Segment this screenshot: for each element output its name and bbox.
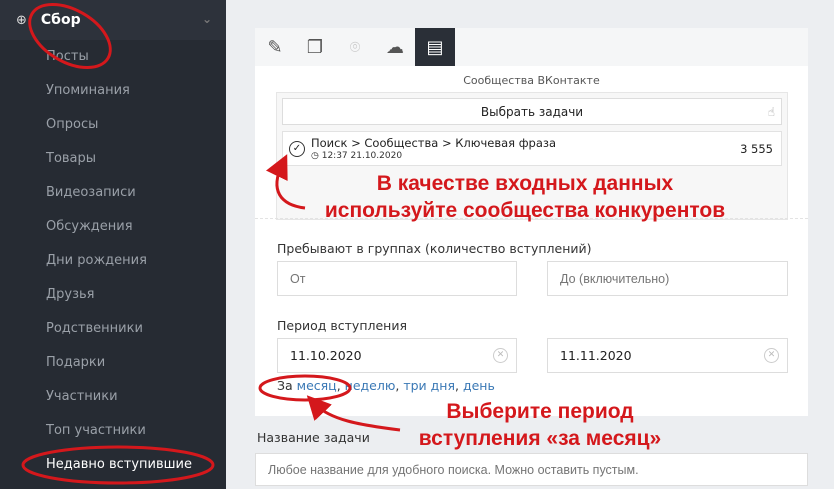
date-to-value: 11.11.2020 <box>560 348 632 363</box>
cloud-upload-icon[interactable]: ☁ <box>375 28 415 66</box>
quick-prefix: За <box>277 378 293 393</box>
check-circle-icon: ✓ <box>289 141 305 157</box>
sidebar-item[interactable]: Опросы <box>0 108 226 142</box>
period-day-link[interactable]: день <box>463 378 495 393</box>
date-to-input[interactable]: 11.11.2020 ✕ <box>547 338 788 373</box>
sidebar: ⊕ Сбор ⌄ Посты Упоминания Опросы Товары Виде… <box>0 0 226 489</box>
location-pin-icon[interactable]: ⌾ <box>335 28 375 66</box>
clear-icon[interactable]: ✕ <box>493 348 508 363</box>
task-time: ◷ 12:37 21.10.2020 <box>311 151 402 161</box>
date-from-value: 11.10.2020 <box>290 348 362 363</box>
annotation-line: вступления «за месяц» <box>418 427 662 450</box>
choose-tasks-label: Выбрать задачи <box>480 105 584 119</box>
period-label: Период вступления <box>277 318 407 333</box>
task-time-value: 12:37 21.10.2020 <box>321 151 403 161</box>
sidebar-item[interactable]: Посты <box>0 40 226 74</box>
sidebar-item[interactable]: Друзья <box>0 278 226 312</box>
sidebar-item[interactable]: Топ участники <box>0 414 226 448</box>
chevron-down-icon: ⌄ <box>201 12 212 26</box>
task-name-label: Название задачи <box>257 430 370 445</box>
period-week-link[interactable]: неделю <box>345 378 396 393</box>
task-name-input[interactable] <box>255 453 808 486</box>
sidebar-item[interactable]: Обсуждения <box>0 210 226 244</box>
hand-pointer-icon: ☝ <box>767 105 775 119</box>
quick-period-links: За месяц, неделю, три дня, день <box>277 378 495 393</box>
date-from-input[interactable]: 11.10.2020 ✕ <box>277 338 517 373</box>
toolbar: ✎ ❐ ⌾ ☁ ▤ <box>255 28 808 66</box>
groups-from-input[interactable] <box>277 261 517 296</box>
choose-tasks-button[interactable]: Выбрать задачи ☝ <box>282 98 782 125</box>
task-item[interactable]: ✓ Поиск > Сообщества > Ключевая фраза ◷ … <box>282 131 782 166</box>
sidebar-item[interactable]: Подарки <box>0 346 226 380</box>
annotation-line: В качестве входных данных <box>376 172 674 195</box>
sidebar-item[interactable]: Участники <box>0 380 226 414</box>
task-path: Поиск > Сообщества > Ключевая фраза <box>311 136 557 150</box>
book-icon[interactable]: ▤ <box>415 28 455 66</box>
sidebar-section-collect[interactable]: ⊕ Сбор ⌄ <box>0 0 226 40</box>
edit-icon[interactable]: ✎ <box>255 28 295 66</box>
annotation-period: Выберите период вступления «за месяц» <box>390 398 690 452</box>
zoom-in-icon: ⊕ <box>16 12 27 28</box>
sidebar-item[interactable]: Родственники <box>0 312 226 346</box>
annotation-line: Выберите период <box>446 400 634 423</box>
sidebar-item[interactable]: Дни рождения <box>0 244 226 278</box>
annotation-input-data: В качестве входных данных используйте со… <box>300 170 750 224</box>
sidebar-item[interactable]: Недавно вступившие <box>0 448 226 482</box>
groups-to-input[interactable] <box>547 261 788 296</box>
groups-label: Пребывают в группах (количество вступлен… <box>277 241 592 256</box>
sidebar-item[interactable]: Товары <box>0 142 226 176</box>
copy-icon[interactable]: ❐ <box>295 28 335 66</box>
clock-icon: ◷ <box>311 151 322 161</box>
annotation-line: используйте сообщества конкурентов <box>324 199 726 222</box>
sidebar-item[interactable]: Упоминания <box>0 74 226 108</box>
sidebar-section-label: Сбор <box>40 12 81 28</box>
period-month-link[interactable]: месяц <box>297 378 337 393</box>
section-title: Сообщества ВКонтакте <box>463 74 600 87</box>
task-count: 3 555 <box>740 142 773 156</box>
period-three-days-link[interactable]: три дня <box>403 378 455 393</box>
sidebar-item[interactable]: Видеозаписи <box>0 176 226 210</box>
clear-icon[interactable]: ✕ <box>764 348 779 363</box>
